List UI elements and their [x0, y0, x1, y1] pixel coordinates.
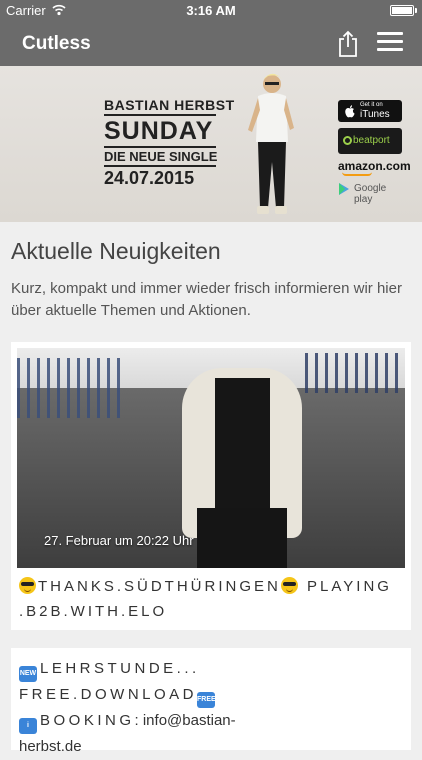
- google-play-icon: [339, 183, 349, 195]
- post-text: THANKS.SÜDTHÜRINGEN PLAYING .B2B.WITH.EL…: [19, 574, 407, 624]
- news-card[interactable]: 27. Februar um 20:22 Uhr THANKS.SÜDTHÜRI…: [11, 342, 411, 630]
- status-bar: Carrier 3:16 AM: [0, 0, 422, 22]
- post-photo[interactable]: 27. Februar um 20:22 Uhr: [17, 348, 405, 568]
- news-card[interactable]: NEW LEHRSTUNDE... FREE.DOWNLOADFREE i BOOK…: [11, 648, 411, 755]
- sunglasses-emoji-icon: [19, 577, 36, 594]
- post-timestamp: 27. Februar um 20:22 Uhr: [44, 533, 194, 548]
- page-title: Aktuelle Neuigkeiten: [11, 238, 221, 264]
- post-text: NEW LEHRSTUNDE... FREE.DOWNLOADFREE i BOOK…: [19, 656, 407, 760]
- apple-icon: [345, 105, 355, 118]
- info-badge-icon: i: [19, 718, 37, 734]
- promo-banner[interactable]: BASTIAN HERBST SUNDAY DIE NEUE SINGLE 24…: [0, 66, 422, 222]
- new-badge-icon: NEW: [19, 666, 37, 682]
- post-text-line1: THANKS.SÜDTHÜRINGEN: [38, 578, 281, 595]
- artist-photo: [248, 73, 294, 214]
- itunes-large-text: iTunes: [360, 109, 390, 120]
- battery-icon: [390, 5, 417, 16]
- banner-divider: [104, 114, 216, 116]
- post-line-download: FREE.DOWNLOAD: [19, 686, 198, 703]
- hamburger-menu-icon[interactable]: [377, 32, 403, 54]
- banner-title: SUNDAY: [104, 117, 214, 145]
- app-title: Cutless: [22, 33, 91, 54]
- booking-label: BOOKING: [40, 712, 135, 729]
- itunes-small-text: Get it on: [360, 102, 383, 108]
- status-time: 3:16 AM: [186, 3, 236, 18]
- banner-divider: [104, 165, 216, 167]
- sunglasses-emoji-icon: [280, 577, 298, 594]
- beatport-label: beatport: [353, 135, 390, 146]
- nav-bar: Cutless: [0, 22, 422, 66]
- amazon-label: amazon.com: [338, 159, 411, 173]
- amazon-smile-icon: [342, 172, 372, 176]
- intro-text: Kurz, kompakt und immer wieder frisch in…: [11, 280, 402, 319]
- google-play-badge[interactable]: Google play: [338, 179, 402, 205]
- booking-email-tail[interactable]: herbst.de: [19, 738, 82, 755]
- beatport-icon: [343, 136, 352, 145]
- itunes-badge[interactable]: Get it on iTunes: [338, 100, 402, 122]
- beatport-badge[interactable]: beatport: [338, 128, 402, 154]
- share-icon[interactable]: [336, 30, 360, 58]
- banner-date: 24.07.2015: [104, 168, 195, 188]
- post-text-line1-tail: PLAYING: [299, 578, 392, 595]
- post-line-lehrstunde: LEHRSTUNDE...: [40, 660, 200, 677]
- amazon-badge[interactable]: amazon.com: [338, 157, 411, 177]
- free-badge-icon: FREE: [197, 692, 216, 708]
- banner-divider: [104, 146, 216, 148]
- google-play-label: Google play: [354, 183, 387, 205]
- booking-email[interactable]: : info@bastian-: [135, 712, 236, 729]
- banner-artist: BASTIAN HERBST: [104, 97, 235, 113]
- post-text-line2: .B2B.WITH.ELO: [19, 603, 168, 620]
- banner-subtitle: DIE NEUE SINGLE: [104, 149, 218, 164]
